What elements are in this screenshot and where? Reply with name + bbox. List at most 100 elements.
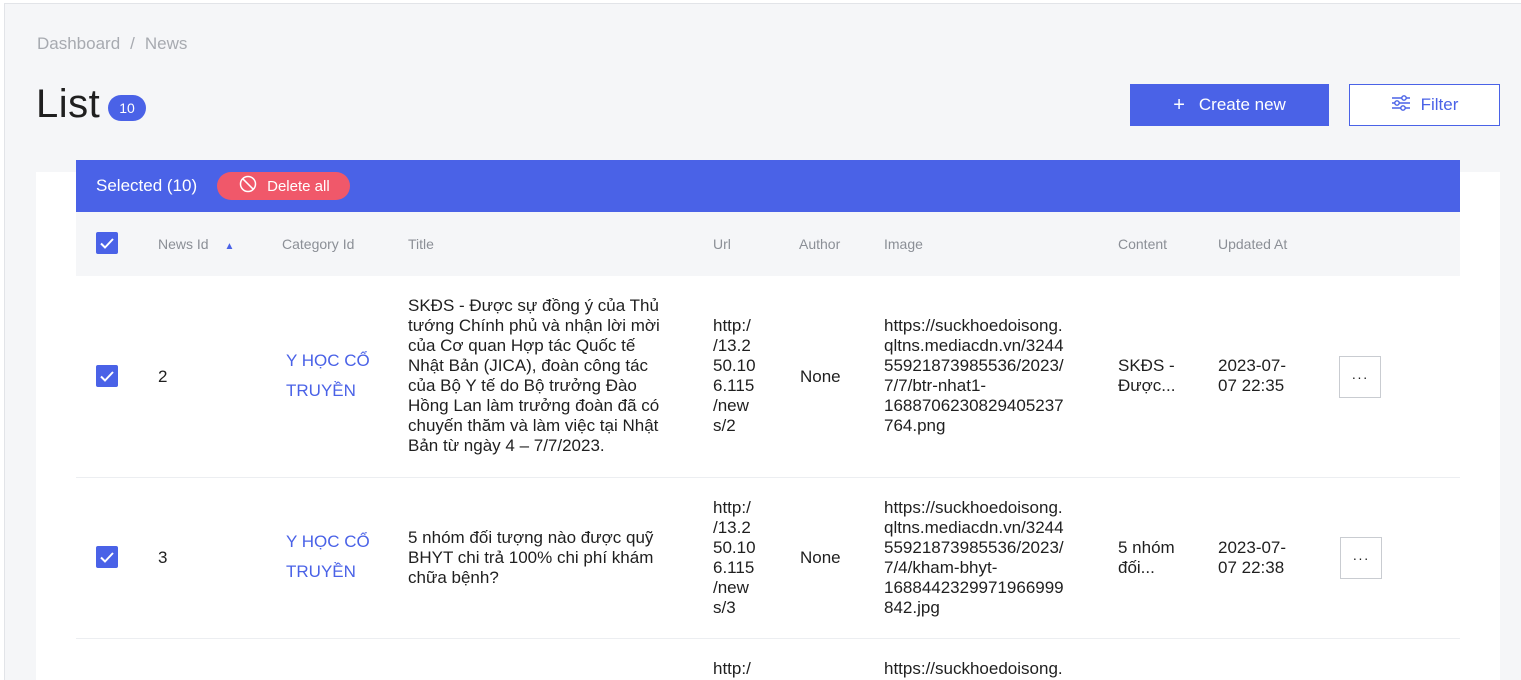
table-row: 3 Y HỌC CỔ TRUYỀN 5 nhóm đối tượng nào đ… [76,478,1460,639]
cell-category-link[interactable]: Y HỌC CỔ TRUYỀN [286,346,370,406]
url-line: s/2 [713,416,736,435]
content-line: SKĐS - [1118,356,1175,375]
cell-content: SKĐS - Được... [1118,356,1175,396]
cell-content: 5 nhóm đối... [1118,538,1175,578]
table-row: http:/ https://suckhoedoisong. [76,639,1460,680]
col-updated-at[interactable]: Updated At [1218,236,1287,252]
cell-image: https://suckhoedoisong. [884,659,1063,678]
image-line: 842.jpg [884,598,940,617]
title-line: SKĐS - Được sự đồng ý của Thủ [408,296,659,315]
url-line: http:/ [713,498,751,517]
row-actions-button[interactable]: ··· [1339,356,1381,398]
cell-title: SKĐS - Được sự đồng ý của Thủ tướng Chín… [408,296,660,456]
title-line: Nhật Bản (JICA), đoàn công tác [408,356,649,375]
image-line: 1688706230829405237 [884,396,1064,415]
image-line: 55921873985536/2023/ [884,538,1064,557]
row-checkbox[interactable] [96,365,118,387]
image-line: 7/7/btr-nhat1- [884,376,987,395]
table-row: 2 Y HỌC CỔ TRUYỀN SKĐS - Được sự đồng ý … [76,276,1460,478]
col-category-id[interactable]: Category Id [282,236,354,252]
filter-label: Filter [1420,95,1459,114]
image-line: 764.png [884,416,946,435]
updated-at-line: 07 22:38 [1218,558,1285,577]
col-title[interactable]: Title [408,236,434,252]
page-title: List [36,82,101,126]
select-all-checkbox[interactable] [96,232,118,254]
cell-url: http:/ [713,659,751,678]
delete-all-button[interactable]: Delete all [217,172,350,200]
cell-category-link[interactable]: Y HỌC CỔ TRUYỀN [286,527,370,587]
content-line: Được... [1118,376,1176,395]
cell-news-id: 2 [158,367,168,386]
breadcrumb-separator: / [130,34,135,53]
category-line: TRUYỀN [286,562,356,581]
row-actions-button[interactable]: ··· [1340,537,1382,579]
url-line: /new [713,396,749,415]
cell-image: https://suckhoedoisong. qltns.mediacdn.v… [884,498,1064,618]
cell-author: None [800,548,841,567]
title-line: Bản từ ngày 4 – 7/7/2023. [408,436,605,455]
col-author[interactable]: Author [799,236,840,252]
url-line: s/3 [713,598,736,617]
title-line: Hồng Lan làm trưởng đoàn đã có [408,396,660,415]
cell-url: http:/ /13.2 50.10 6.115 /new s/2 [713,316,756,436]
breadcrumb: Dashboard / News [37,34,187,54]
col-image[interactable]: Image [884,236,923,252]
create-new-label: Create new [1198,95,1286,114]
col-url[interactable]: Url [713,236,731,252]
filter-button[interactable]: Filter [1349,84,1500,126]
image-line: 7/4/kham-bhyt- [884,558,998,577]
cell-author: None [800,367,841,386]
cell-title: 5 nhóm đối tượng nào được quỹ BHYT chi t… [408,528,653,588]
title-line: BHYT chi trả 100% chi phí khám [408,548,654,567]
cell-url: http:/ /13.2 50.10 6.115 /new s/3 [713,498,756,618]
title-row: List 10 [36,82,146,127]
updated-at-line: 07 22:35 [1218,376,1285,395]
row-checkbox[interactable] [96,546,118,568]
selection-bar: Selected (10) Delete all [76,160,1460,212]
create-new-button[interactable]: + Create new [1130,84,1329,126]
ban-icon [239,175,257,197]
title-line: chuyến thăm và làm việc tại Nhật [408,416,659,435]
updated-at-line: 2023-07- [1218,356,1287,375]
plus-icon: + [1173,93,1185,116]
title-line: của Bộ Y tế do Bộ trưởng Đào [408,376,637,395]
cell-updated-at: 2023-07- 07 22:38 [1218,538,1286,578]
category-line: Y HỌC CỔ [286,351,370,370]
title-line: tướng Chính phủ và nhận lời mời [408,316,660,335]
col-content[interactable]: Content [1118,236,1167,252]
url-line: /new [713,578,749,597]
url-line: http:/ [713,316,751,335]
image-line: 1688442329971966999 [884,578,1064,597]
cell-news-id: 3 [158,548,168,567]
category-line: TRUYỀN [286,381,356,400]
image-line: https://suckhoedoisong. [884,498,1063,517]
image-line: 55921873985536/2023/ [884,356,1064,375]
col-news-id-label: News Id [158,236,209,252]
category-line: Y HỌC CỔ [286,532,370,551]
title-line: chữa bệnh? [408,568,499,587]
breadcrumb-dashboard[interactable]: Dashboard [37,34,120,54]
count-badge: 10 [108,94,146,121]
breadcrumb-news: News [144,34,188,53]
sort-asc-icon[interactable]: ▲ [224,241,234,252]
title-line: của Cơ quan Hợp tác Quốc tế [408,336,636,355]
url-line: 6.115 [713,558,755,577]
url-line: 6.115 [713,376,755,395]
col-news-id[interactable]: News Id ▲ [158,236,234,252]
delete-all-label: Delete all [267,177,330,195]
image-line: qltns.mediacdn.vn/3244 [884,336,1064,355]
url-line: 50.10 [713,356,756,375]
image-line: https://suckhoedoisong. [884,316,1063,335]
content-line: 5 nhóm [1118,538,1175,557]
image-line: qltns.mediacdn.vn/3244 [884,518,1064,537]
cell-updated-at: 2023-07- 07 22:35 [1218,356,1286,396]
table-header: News Id ▲ Category Id Title Url Author I… [76,212,1460,276]
selected-count: Selected (10) [96,176,198,195]
content-line: đối... [1118,558,1155,577]
url-line: 50.10 [713,538,756,557]
url-line: /13.2 [713,518,751,537]
title-line: 5 nhóm đối tượng nào được quỹ [408,528,654,547]
sliders-icon [1391,94,1411,117]
updated-at-line: 2023-07- [1218,538,1287,557]
